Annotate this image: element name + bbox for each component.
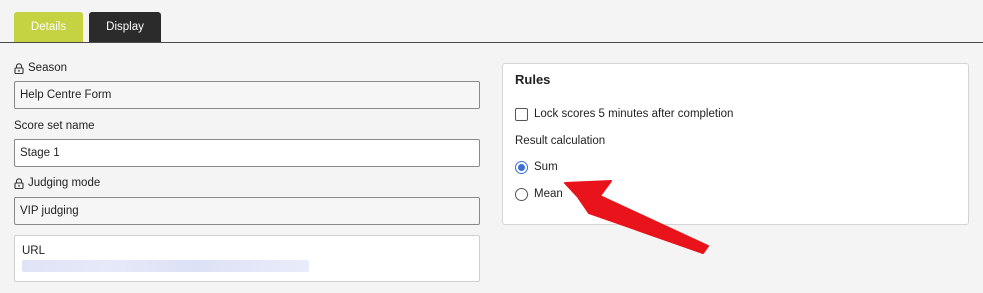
sum-radio-label[interactable]: Sum [534, 161, 558, 173]
url-box: URL [14, 235, 480, 282]
judging-mode-label: Judging mode [28, 177, 101, 189]
lock-scores-checkbox[interactable] [515, 108, 528, 121]
sum-radio[interactable] [515, 161, 528, 174]
score-set-name-label-text: Score set name [14, 120, 95, 132]
score-set-name-label: Score set name [14, 120, 95, 132]
judging-mode-label-group: Judging mode [14, 177, 100, 189]
lock-icon [14, 62, 24, 74]
tab-display[interactable]: Display [89, 12, 161, 42]
judging-mode-field[interactable]: VIP judging [14, 197, 480, 225]
mean-radio-label[interactable]: Mean [534, 188, 563, 200]
season-label-group: Season [14, 62, 67, 74]
lock-scores-label[interactable]: Lock scores 5 minutes after completion [534, 108, 733, 120]
lock-icon [14, 177, 24, 189]
tab-details[interactable]: Details [14, 12, 83, 42]
rules-panel: Rules Lock scores 5 minutes after comple… [502, 63, 969, 225]
season-label: Season [28, 62, 68, 74]
mean-radio[interactable] [515, 188, 528, 201]
score-set-name-input[interactable]: Stage 1 [14, 139, 480, 167]
rules-title: Rules [515, 72, 551, 87]
result-calculation-label: Result calculation [515, 135, 606, 147]
season-field[interactable]: Help Centre Form [14, 81, 480, 109]
url-label: URL [22, 245, 46, 257]
url-value-redacted[interactable] [22, 260, 309, 272]
tab-bar: Details Display [0, 0, 983, 43]
